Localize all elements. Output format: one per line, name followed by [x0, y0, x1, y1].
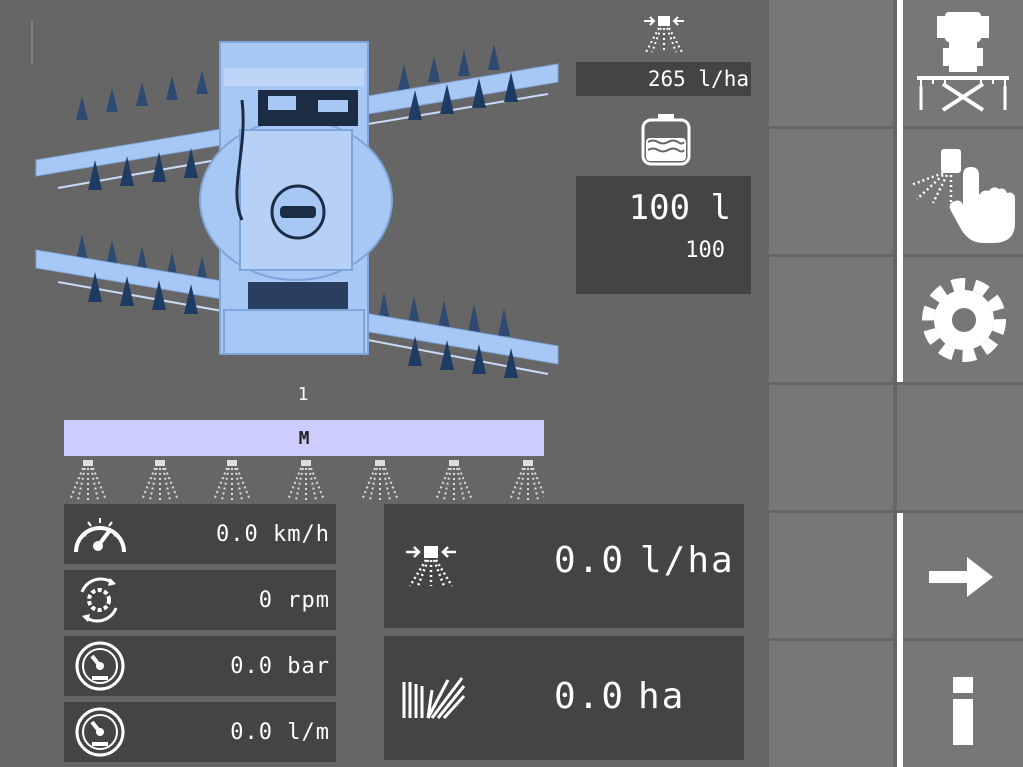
- pressure-value: 0.0 bar: [230, 653, 330, 679]
- gear-icon: [921, 277, 1007, 367]
- tank-icon: [640, 112, 692, 170]
- section-mode-label: M: [298, 427, 310, 449]
- tank-volume-value: 100 l: [628, 188, 731, 228]
- pressure-gauge-icon: [70, 640, 130, 696]
- rpm-value: 0 rpm: [258, 587, 330, 613]
- info-icon: [951, 677, 975, 751]
- manual-spray-button[interactable]: [903, 129, 1023, 254]
- softkey-left-6[interactable]: [769, 641, 893, 767]
- sprayer-graphic: [28, 20, 568, 400]
- field-area-icon: [402, 676, 466, 724]
- spray-rate-unit: l/ha: [640, 540, 735, 581]
- flow-readout: 0.0 l/m: [64, 702, 336, 762]
- softkey-left-5[interactable]: [769, 513, 893, 638]
- rate-target-icon: [640, 14, 688, 58]
- rate-target-value: 265 l/ha: [647, 67, 749, 91]
- boom-fold-button[interactable]: [903, 0, 1023, 126]
- rpm-readout: 0 rpm: [64, 570, 336, 630]
- next-page-button[interactable]: [903, 513, 1023, 638]
- arrow-right-icon: [929, 557, 993, 601]
- area-unit: ha: [638, 676, 686, 717]
- settings-button[interactable]: [903, 257, 1023, 382]
- flow-value: 0.0 l/m: [230, 719, 330, 745]
- area-value: 0.0: [554, 676, 626, 717]
- spray-rate-readout: 0.0 l/ha: [384, 504, 744, 628]
- section-number-label: 1: [297, 384, 309, 405]
- spray-rate-value: 0.0: [554, 540, 626, 581]
- softkey-right-empty[interactable]: [897, 385, 1023, 510]
- rpm-gear-icon: [70, 574, 130, 630]
- softkey-left-2[interactable]: [769, 129, 893, 254]
- pressure-readout: 0.0 bar: [64, 636, 336, 696]
- rate-target-display: 265 l/ha: [576, 62, 751, 96]
- nozzle-row: [64, 458, 547, 502]
- tank-display: 100 l 100: [576, 176, 751, 294]
- speed-value: 0.0 km/h: [216, 521, 330, 547]
- tank-percent-value: 100: [685, 238, 725, 263]
- section-bar[interactable]: M: [64, 420, 544, 456]
- flow-gauge-icon: [70, 706, 130, 762]
- softkey-left-3[interactable]: [769, 257, 893, 382]
- area-readout: 0.0 ha: [384, 636, 744, 760]
- speed-readout: 0.0 km/h: [64, 504, 336, 564]
- info-button[interactable]: [903, 641, 1023, 767]
- speedometer-icon: [70, 508, 130, 564]
- manual-spray-hand-icon: [907, 143, 1019, 247]
- spray-rate-icon: [404, 544, 458, 592]
- tractor-boom-icon: [915, 8, 1011, 118]
- softkey-left-4[interactable]: [769, 385, 893, 510]
- softkey-left-1[interactable]: [769, 0, 893, 126]
